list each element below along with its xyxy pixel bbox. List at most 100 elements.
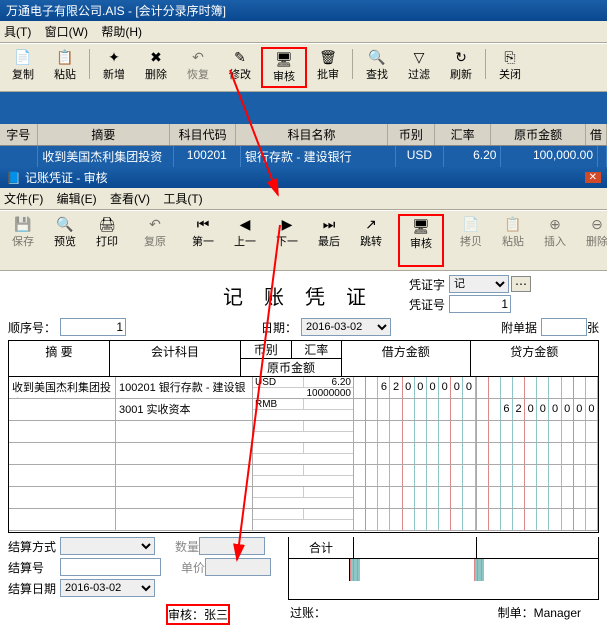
- voucher-row[interactable]: [9, 465, 598, 487]
- col-kmmc: 科目名称: [236, 124, 388, 145]
- refresh-button[interactable]: ↻刷新: [440, 47, 482, 88]
- voucher-row[interactable]: [9, 487, 598, 509]
- last-icon: ⏭: [321, 216, 337, 232]
- vh-df: 贷方金额: [471, 341, 599, 376]
- window-close-icon[interactable]: ✕: [585, 172, 601, 183]
- menu-help[interactable]: 帮助(H): [101, 25, 142, 39]
- paste-button[interactable]: 📋粘贴: [44, 47, 86, 88]
- undo-icon: ↶: [190, 49, 206, 65]
- vh-km: 会计科目: [110, 341, 241, 376]
- col-bb: 币别: [388, 124, 435, 145]
- delete-button[interactable]: ✖删除: [135, 47, 177, 88]
- undo-icon: ↶: [147, 216, 163, 232]
- new-button[interactable]: ✦新增: [93, 47, 135, 88]
- main-menubar: 具(T) 窗口(W) 帮助(H): [0, 21, 607, 43]
- find-button[interactable]: 🔍查找: [356, 47, 398, 88]
- fj-label: 附单据: [501, 319, 537, 336]
- voucher-toolbar: 💾保存 🔍预览 🖨打印 ↶复原 ⏮第一 ◀上一 ▶下一 ⏭最后 ↗跳转 🖥审核 …: [0, 210, 607, 271]
- date-select[interactable]: 2016-03-02: [301, 318, 391, 336]
- first-button[interactable]: ⏮第一: [182, 214, 224, 267]
- jsfs-label: 结算方式: [8, 538, 60, 555]
- jsrq-select[interactable]: 2016-03-02: [60, 579, 155, 597]
- print-button[interactable]: 🖨打印: [86, 214, 128, 267]
- voucher-grid-body[interactable]: 收到美国杰利集团投资100201 银行存款 - 建设银行USD6.2010000…: [9, 377, 598, 532]
- pzz-select[interactable]: 记: [449, 275, 509, 293]
- menu-file[interactable]: 文件(F): [4, 192, 43, 206]
- goto-icon: ↗: [363, 216, 379, 232]
- fj-unit: 张: [587, 319, 599, 336]
- voucher-area: 记 账 凭 证 凭证字 记 ⋯ 凭证号 顺序号： 日期： 2016-03-02 …: [0, 271, 607, 629]
- voucher-row[interactable]: 3001 实收资本RMB62000000: [9, 399, 598, 421]
- insert-button: ⊕插入: [534, 214, 576, 267]
- undo-button: ↶复原: [134, 214, 176, 267]
- voucher-window-titlebar: 📘 记账凭证 - 审核 ✕: [0, 167, 607, 188]
- heji-box: 合计: [288, 537, 599, 600]
- jsfs-select[interactable]: [60, 537, 155, 555]
- prev-icon: ◀: [237, 216, 253, 232]
- app-title: 万通电子有限公司.AIS - [会计分录序时簿]: [6, 2, 226, 19]
- menu-edit[interactable]: 编辑(E): [57, 192, 97, 206]
- seq-label: 顺序号：: [8, 319, 56, 336]
- filter-button[interactable]: ▽过滤: [398, 47, 440, 88]
- edit-button[interactable]: ✎修改: [219, 47, 261, 88]
- pzh-input[interactable]: [449, 295, 511, 313]
- next-button[interactable]: ▶下一: [266, 214, 308, 267]
- toolbar-separator: [485, 49, 486, 79]
- toolbar-separator: [89, 49, 90, 79]
- grid-row[interactable]: 收到美国杰利集团投资 100201 银行存款 - 建设银行 USD 6.20 1…: [0, 146, 607, 167]
- date-label: 日期：: [261, 319, 297, 336]
- print-icon: 🖨: [99, 216, 115, 232]
- vh-jf: 借方金额: [342, 341, 471, 376]
- preview-button[interactable]: 🔍预览: [44, 214, 86, 267]
- dj-label: 单价: [181, 559, 205, 576]
- paste-icon: 📋: [505, 216, 521, 232]
- paste2-button: 📋粘贴: [492, 214, 534, 267]
- menu-view[interactable]: 查看(V): [110, 192, 150, 206]
- last-button[interactable]: ⏭最后: [308, 214, 350, 267]
- jsh-input[interactable]: [60, 558, 161, 576]
- voucher-row[interactable]: 收到美国杰利集团投资100201 银行存款 - 建设银行USD6.2010000…: [9, 377, 598, 399]
- preparer-field: 制单：Manager: [498, 604, 581, 625]
- sl-label: 数量: [175, 538, 199, 555]
- close-button[interactable]: ⎘关闭: [489, 47, 531, 88]
- lookup-button[interactable]: ⋯: [511, 276, 531, 292]
- copy-button[interactable]: 📄复制: [2, 47, 44, 88]
- jsh-label: 结算号: [8, 559, 60, 576]
- voucher-row[interactable]: [9, 443, 598, 465]
- col-j: 借: [586, 124, 607, 145]
- prev-button[interactable]: ◀上一: [224, 214, 266, 267]
- voucher-grid: 摘 要 会计科目 币别汇率 原币金额 借方金额 贷方金额 收到美国杰利集团投资1…: [8, 340, 599, 533]
- delete-icon: ✖: [148, 49, 164, 65]
- main-toolbar: 📄复制 📋粘贴 ✦新增 ✖删除 ↶恢复 ✎修改 🖥审核 🗑批审 🔍查找 ▽过滤 …: [0, 43, 607, 92]
- paste-icon: 📋: [57, 49, 73, 65]
- voucher-row[interactable]: [9, 509, 598, 531]
- audit-icon: 🖥: [276, 51, 292, 67]
- goto-button[interactable]: ↗跳转: [350, 214, 392, 267]
- grid-header: 字号 摘要 科目代码 科目名称 币别 汇率 原币金额 借: [0, 124, 607, 146]
- delete-icon: ⊖: [589, 216, 605, 232]
- edit-icon: ✎: [232, 49, 248, 65]
- fj-input[interactable]: [541, 318, 587, 336]
- menu-tools[interactable]: 工具(T): [163, 192, 202, 206]
- batch-audit-button[interactable]: 🗑批审: [307, 47, 349, 88]
- filter-icon: ▽: [411, 49, 427, 65]
- pzz-label: 凭证字: [409, 276, 445, 293]
- save-icon: 💾: [15, 216, 31, 232]
- audit-button[interactable]: 🖥审核: [261, 47, 307, 88]
- new-icon: ✦: [106, 49, 122, 65]
- menu-tools[interactable]: 具(T): [4, 25, 31, 39]
- app-titlebar: 万通电子有限公司.AIS - [会计分录序时簿]: [0, 0, 607, 21]
- col-zh: 字号: [0, 124, 38, 145]
- copy-icon: 📄: [463, 216, 479, 232]
- heji-label: 合计: [289, 537, 354, 558]
- copy2-button: 📄拷贝: [450, 214, 492, 267]
- menu-window[interactable]: 窗口(W): [45, 25, 88, 39]
- voucher-audit-button[interactable]: 🖥审核: [398, 214, 444, 267]
- dj-input: [205, 558, 271, 576]
- auditor-field: 审核：张三: [166, 604, 230, 625]
- voucher-title: 记 账 凭 证: [188, 281, 409, 310]
- voucher-row[interactable]: [9, 421, 598, 443]
- refresh-icon: ↻: [453, 49, 469, 65]
- poster-field: 过账：: [290, 604, 326, 625]
- seq-input[interactable]: [60, 318, 126, 336]
